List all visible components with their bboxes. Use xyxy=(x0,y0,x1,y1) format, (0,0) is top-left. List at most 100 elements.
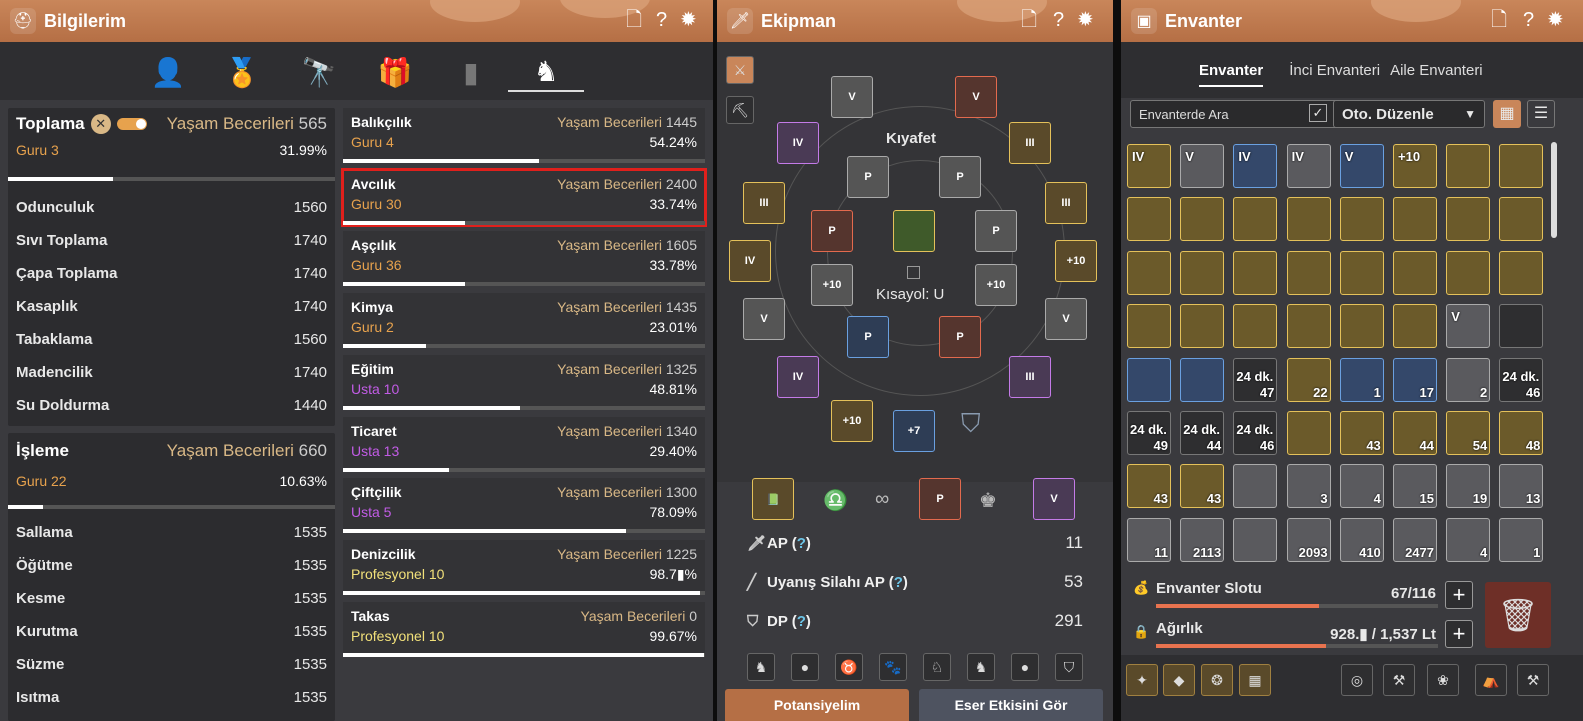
list-item[interactable]: Çapa Toplama 1740 xyxy=(8,257,335,290)
equipment-slot[interactable]: P xyxy=(939,156,981,198)
grid-view-icon[interactable]: ▦ xyxy=(1493,100,1521,128)
title-bar[interactable]: ▣ Envanter 🗋 ? ✹ xyxy=(1121,0,1583,42)
person-icon[interactable]: 👤 xyxy=(146,52,190,92)
inventory-item[interactable] xyxy=(1233,304,1278,349)
inventory-item[interactable] xyxy=(1286,411,1331,455)
skill-card[interactable]: Eğitim Yaşam Becerileri 1325 Usta 10 48.81% xyxy=(343,354,705,410)
inventory-item[interactable] xyxy=(1393,250,1437,295)
inventory-item[interactable]: 24 dk. 47 xyxy=(1233,357,1278,402)
doc-icon[interactable]: 🗋 xyxy=(1021,9,1037,31)
necklace-icon[interactable]: ♉ xyxy=(835,653,863,681)
skill-card[interactable]: Çiftçilik Yaşam Becerileri 1300 Usta 5 78.0… xyxy=(343,478,705,534)
inventory-item[interactable]: 17 xyxy=(1393,357,1437,402)
inventory-item[interactable]: 24 dk. 49 xyxy=(1127,411,1171,455)
inventory-item[interactable] xyxy=(1233,517,1278,562)
inventory-item[interactable] xyxy=(1127,250,1171,295)
crossed-swords-icon[interactable]: ⚔ xyxy=(726,56,754,84)
inventory-item[interactable]: 43 xyxy=(1339,411,1384,455)
inventory-item[interactable]: 2477 xyxy=(1393,517,1437,562)
inventory-item[interactable] xyxy=(1339,304,1384,349)
armor-slot[interactable]: V xyxy=(1033,478,1075,520)
artifact-button[interactable]: Eser Etkisini Gör xyxy=(919,689,1103,721)
list-item[interactable]: Sıvı Toplama 1740 xyxy=(8,224,335,257)
list-item[interactable]: Sallama 1535 xyxy=(8,516,335,549)
inventory-item[interactable] xyxy=(1180,357,1225,402)
list-item[interactable]: Odunculuk 1560 xyxy=(8,191,335,224)
inventory-item[interactable]: 2093 xyxy=(1286,517,1331,562)
doc-icon[interactable]: 🗋 xyxy=(1491,9,1507,31)
inventory-item[interactable]: 11 xyxy=(1127,517,1171,562)
inventory-item[interactable]: 410 xyxy=(1339,517,1384,562)
inventory-item[interactable]: 2 xyxy=(1446,357,1491,402)
equipment-slot[interactable]: V xyxy=(955,76,997,118)
skill-card[interactable]: Ticaret Yaşam Becerileri 1340 Usta 13 29.40… xyxy=(343,416,705,472)
inventory-item[interactable]: 22 xyxy=(1286,357,1331,402)
help-icon[interactable]: ? xyxy=(1053,9,1064,31)
equipment-slot[interactable]: +10 xyxy=(1055,240,1097,282)
equipment-slot[interactable]: III xyxy=(1009,356,1051,398)
skill-card[interactable]: Takas Yaşam Becerileri 0 Profesyonel 10 99.… xyxy=(343,601,705,657)
add-weight-button[interactable]: + xyxy=(1445,620,1473,648)
equipment-slot[interactable]: P xyxy=(811,210,853,252)
grid-icon[interactable]: ▦ xyxy=(1239,664,1271,696)
add-slot-button[interactable]: + xyxy=(1445,581,1473,609)
shortcut-checkbox[interactable] xyxy=(907,266,920,279)
pet-icon[interactable]: ♘ xyxy=(923,653,951,681)
equipment-slot[interactable]: P xyxy=(847,316,889,358)
equipment-slot[interactable]: +7 xyxy=(893,410,935,452)
settings-icon[interactable]: ✹ xyxy=(1547,9,1564,31)
inventory-item[interactable] xyxy=(1127,357,1171,402)
tab-inci-envanteri[interactable]: İnci Envanteri xyxy=(1289,62,1380,79)
inventory-item[interactable] xyxy=(1127,197,1171,242)
equipment-slot[interactable]: III xyxy=(1045,182,1087,224)
equipment-slot[interactable]: IV xyxy=(777,356,819,398)
mask-icon[interactable]: ● xyxy=(791,653,819,681)
list-item[interactable]: Süzme 1535 xyxy=(8,648,335,681)
flag-slot[interactable]: P xyxy=(919,478,961,520)
inventory-item[interactable] xyxy=(1127,304,1171,349)
tab-aile-envanteri[interactable]: Aile Envanteri xyxy=(1390,62,1483,79)
equipment-slot[interactable]: V xyxy=(743,298,785,340)
list-item[interactable]: Su Doldurma 1440 xyxy=(8,389,335,422)
inventory-item[interactable] xyxy=(1499,250,1544,295)
help-icon[interactable]: ? xyxy=(1523,9,1534,31)
list-item[interactable]: Kesme 1535 xyxy=(8,582,335,615)
skill-card[interactable]: Denizcilik Yaşam Becerileri 1225 Profesyon… xyxy=(343,539,705,595)
equipment-slot[interactable]: IV xyxy=(729,240,771,282)
inventory-item[interactable]: V xyxy=(1446,304,1491,349)
inventory-item[interactable]: 3 xyxy=(1286,464,1331,509)
inventory-item[interactable]: 24 dk. 46 xyxy=(1233,411,1278,455)
list-item[interactable]: Öğütme 1535 xyxy=(8,549,335,582)
inventory-item[interactable]: IV xyxy=(1127,144,1171,188)
telescope-icon[interactable]: 🔭 xyxy=(297,52,341,92)
chart-icon[interactable]: ▮ xyxy=(449,52,493,92)
inventory-item[interactable] xyxy=(1233,464,1278,509)
list-view-icon[interactable]: ☰ xyxy=(1527,100,1555,128)
inventory-item[interactable]: 4 xyxy=(1446,517,1491,562)
equipment-slot[interactable]: V xyxy=(1045,298,1087,340)
scrollbar[interactable] xyxy=(1551,142,1557,238)
stat-help[interactable]: ? xyxy=(797,613,806,630)
inventory-item[interactable]: 24 dk. 46 xyxy=(1499,357,1544,402)
auto-sort-checkbox[interactable]: ✓ xyxy=(1309,104,1327,122)
inventory-item[interactable]: 44 xyxy=(1393,411,1437,455)
inventory-item[interactable] xyxy=(1233,197,1278,242)
list-item[interactable]: Madencilik 1740 xyxy=(8,356,335,389)
repair-icon[interactable]: ⚒ xyxy=(1517,664,1549,696)
equipment-slot[interactable]: +10 xyxy=(811,264,853,306)
person-icon[interactable]: ● xyxy=(1011,653,1039,681)
list-item[interactable]: Isıtma 1535 xyxy=(8,681,335,714)
inventory-item[interactable]: 15 xyxy=(1393,464,1437,509)
equipment-slot[interactable]: V xyxy=(831,76,873,118)
shield-icon[interactable]: ⛉ xyxy=(1055,653,1083,681)
inventory-item[interactable]: 43 xyxy=(1127,464,1171,509)
inventory-item[interactable]: V xyxy=(1180,144,1225,188)
medal-icon[interactable]: 🏅 xyxy=(220,52,264,92)
inventory-item[interactable] xyxy=(1286,250,1331,295)
doc-icon[interactable]: 🗋 xyxy=(626,9,642,31)
inventory-item[interactable] xyxy=(1446,197,1491,242)
inventory-item[interactable] xyxy=(1499,144,1544,188)
gift-icon[interactable]: 🎁 xyxy=(373,52,417,92)
triskelion-icon[interactable]: ❀ xyxy=(1427,664,1459,696)
tab-envanter[interactable]: Envanter xyxy=(1199,54,1264,87)
